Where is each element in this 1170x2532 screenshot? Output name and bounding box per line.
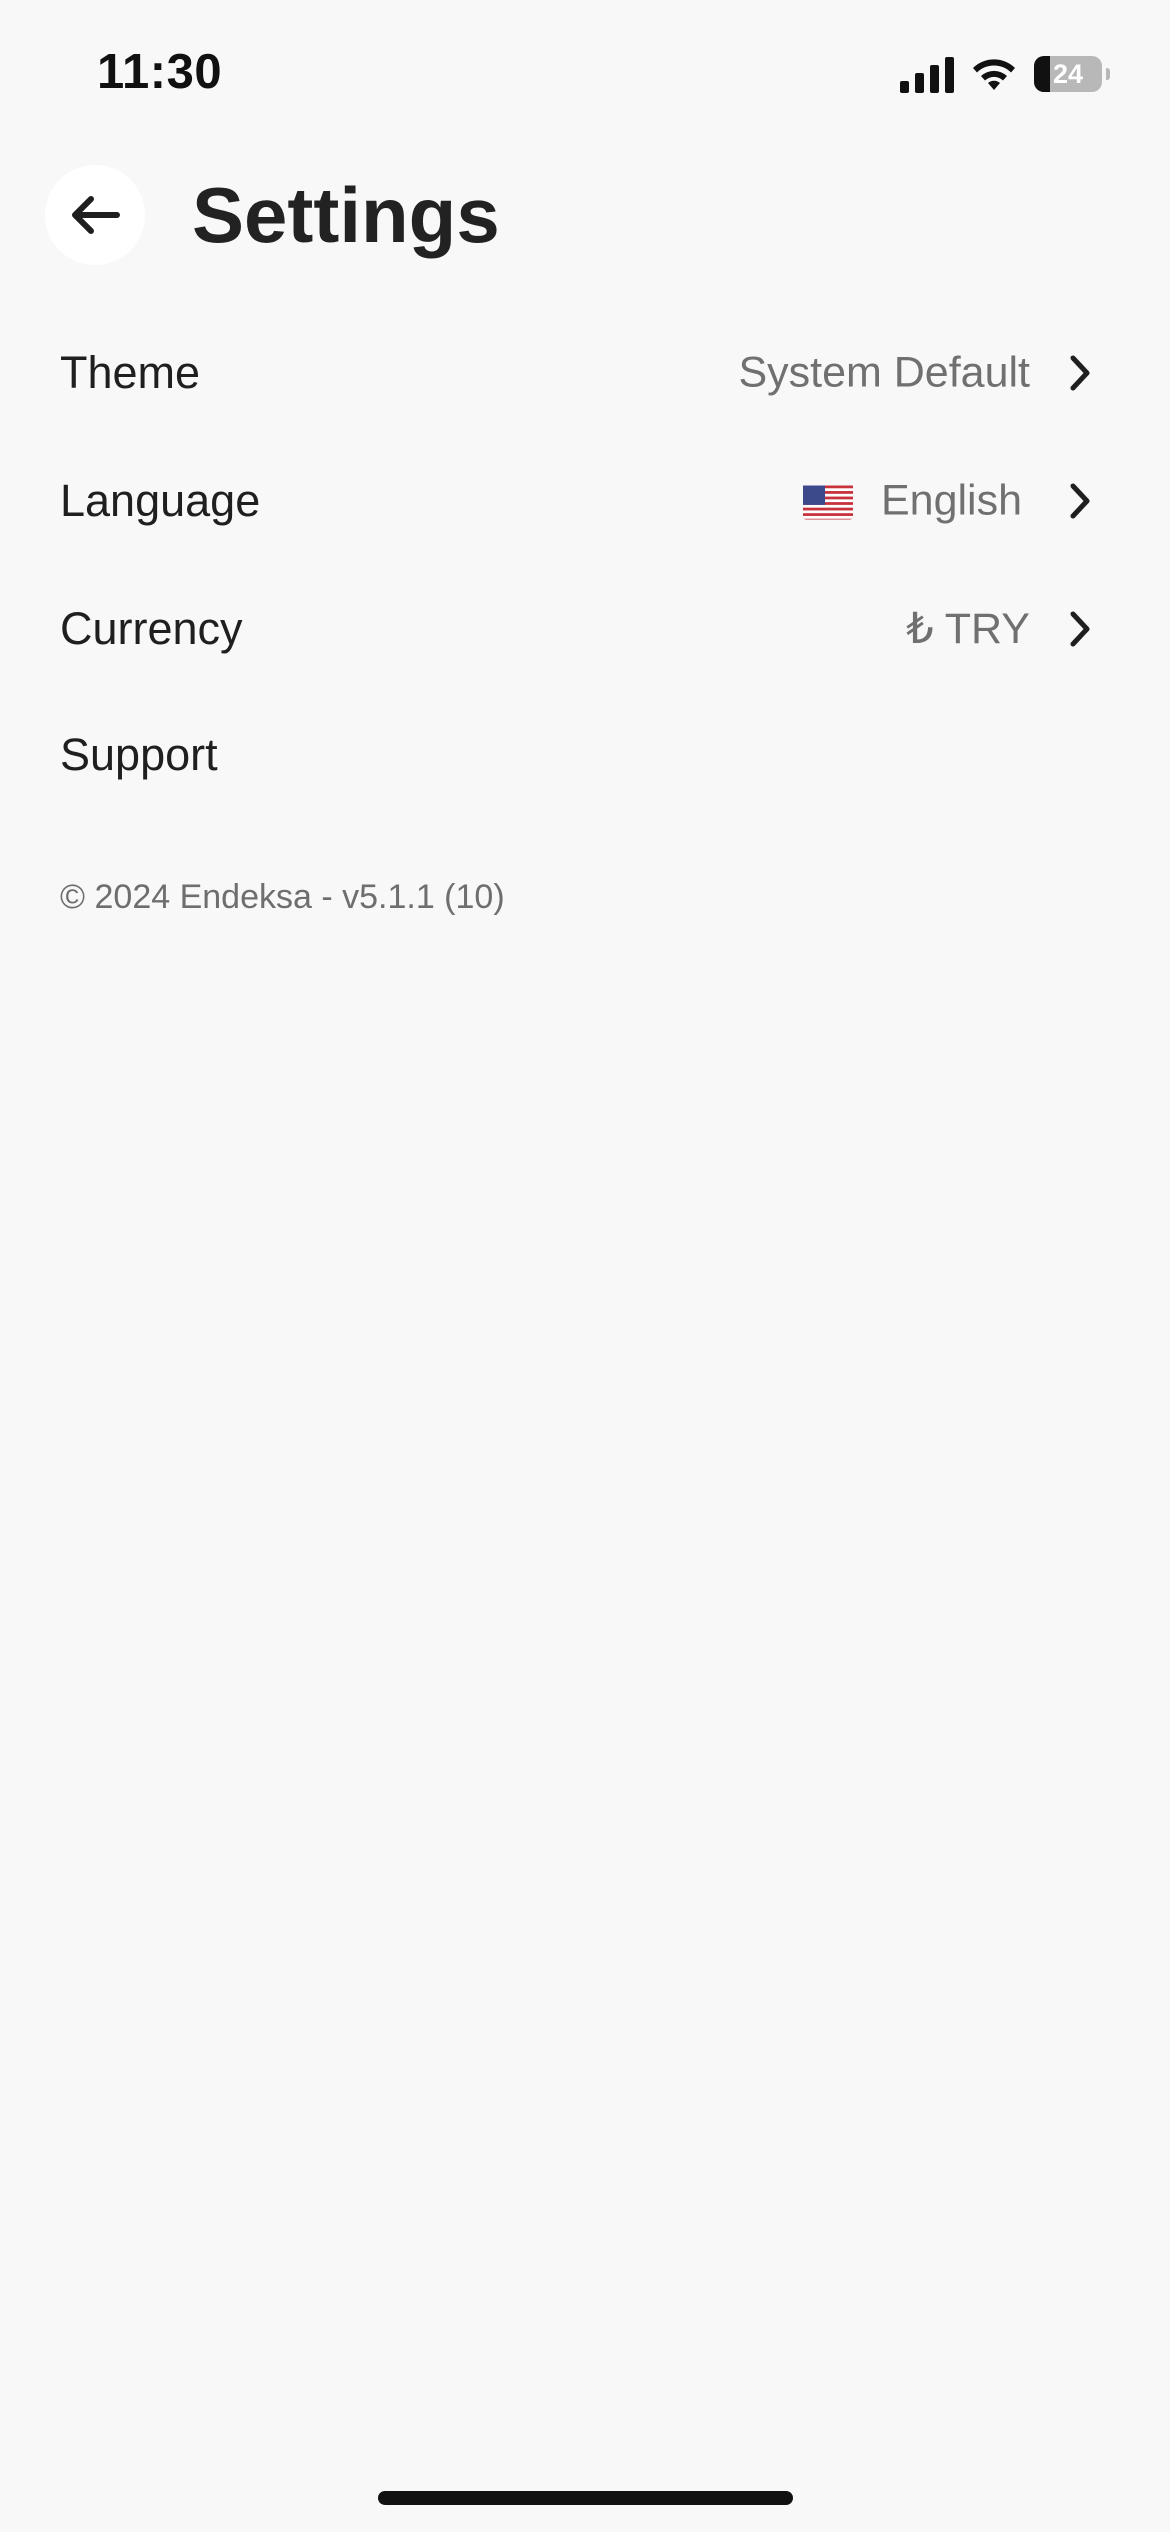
- arrow-left-icon: [72, 196, 120, 234]
- currency-value-text: ₺ TRY: [906, 605, 1030, 653]
- language-label: Language: [60, 475, 261, 526]
- back-button[interactable]: [45, 165, 145, 265]
- status-time: 11:30: [97, 45, 223, 99]
- status-icons: 24: [900, 52, 1110, 96]
- theme-label: Theme: [60, 347, 201, 398]
- currency-label: Currency: [60, 603, 243, 654]
- settings-row-theme[interactable]: Theme System Default: [0, 318, 1170, 428]
- status-bar: 11:30 24: [0, 0, 1170, 150]
- settings-row-currency[interactable]: Currency ₺ TRY: [0, 574, 1170, 684]
- language-value-text: English: [880, 476, 1022, 525]
- page-title: Settings: [192, 171, 500, 259]
- copyright-text: © 2024 Endeksa - v5.1.1 (10): [60, 878, 505, 916]
- chevron-right-icon: [1070, 355, 1090, 391]
- language-value: English: [802, 476, 1022, 526]
- cellular-signal-icon: [900, 55, 954, 93]
- battery-level: 24: [1052, 58, 1084, 89]
- theme-value-text: System Default: [738, 348, 1030, 397]
- settings-row-support[interactable]: Support: [0, 700, 1170, 810]
- currency-value: ₺ TRY: [906, 604, 1030, 654]
- chevron-right-icon: [1070, 611, 1090, 647]
- battery-icon: 24: [1034, 56, 1102, 92]
- chevron-right-icon: [1070, 483, 1090, 519]
- home-indicator[interactable]: [378, 2491, 793, 2505]
- settings-row-language[interactable]: Language English: [0, 446, 1170, 556]
- header: Settings: [0, 165, 1170, 265]
- battery-nub: [1106, 68, 1110, 80]
- us-flag-icon: [802, 483, 853, 519]
- theme-value: System Default: [738, 349, 1030, 398]
- support-label: Support: [60, 729, 218, 780]
- wifi-icon: [970, 56, 1018, 92]
